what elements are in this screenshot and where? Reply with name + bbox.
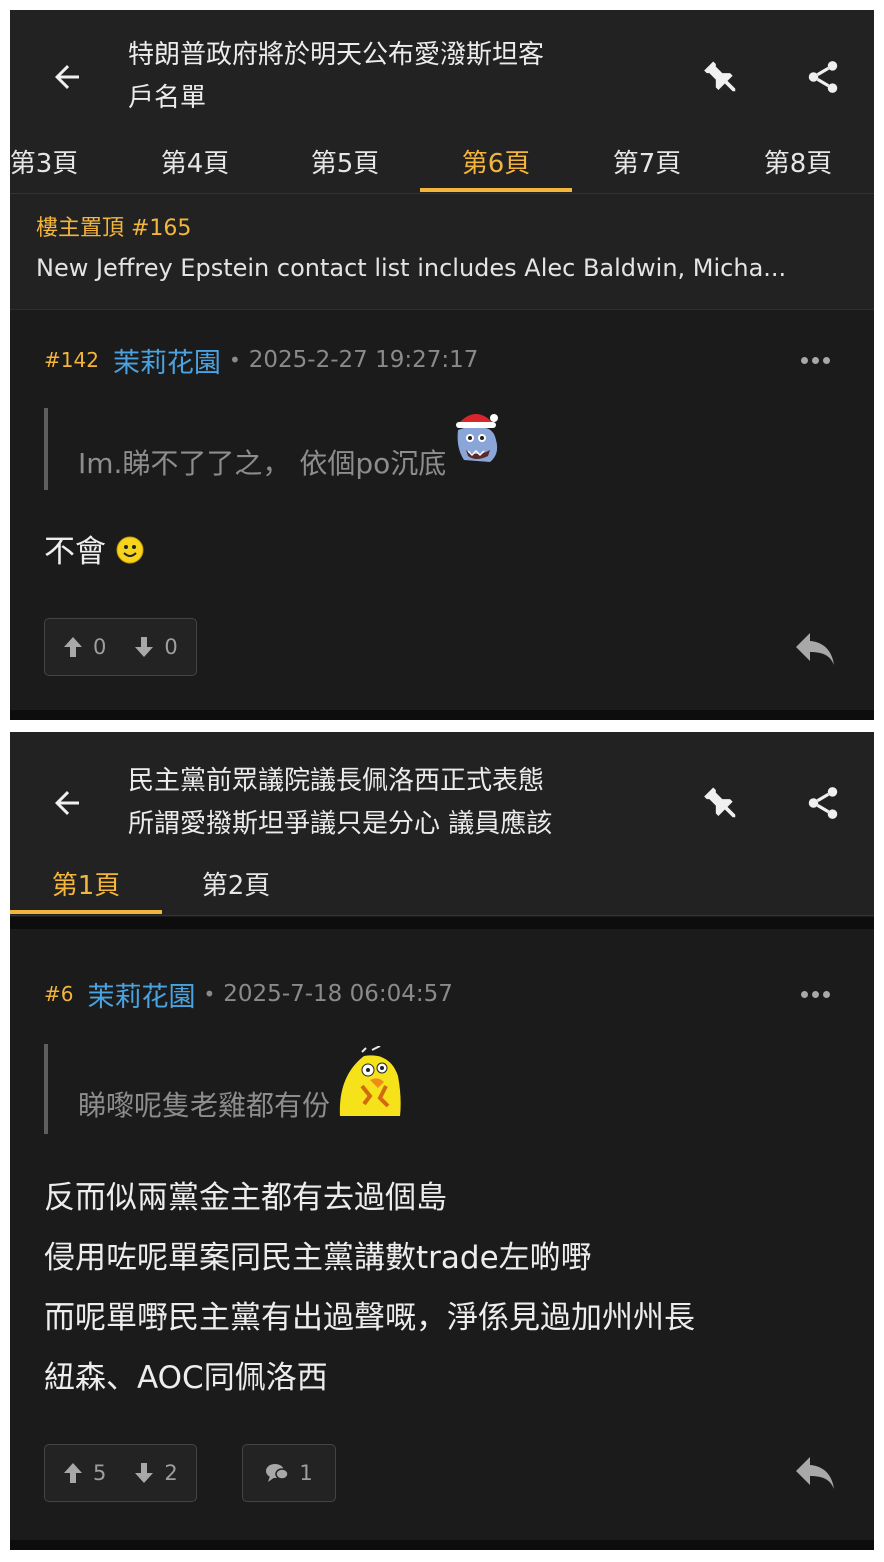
smiley-emoji-icon: [116, 536, 144, 564]
thread-title: 民主黨前眾議院議長佩洛西正式表態 所謂愛撥斯坦爭議只是分心 議員應該: [128, 760, 628, 846]
dragon-santa-emoji-icon: [456, 414, 499, 462]
arrow-left-icon: [55, 791, 79, 815]
comment-count: 1: [299, 1461, 313, 1485]
post-time: 2025-2-27 19:27:17: [248, 347, 479, 373]
post-header: #6 茉莉花園 • 2025-7-18 06:04:57: [44, 974, 453, 1014]
share-icon: [808, 787, 838, 819]
upvote-count: 5: [93, 1461, 107, 1485]
top-bar: 特朗普政府將於明天公布愛潑斯坦客 戶名單: [10, 10, 874, 134]
post-body: 反而似兩黨金主都有去過個島 侵用咗呢單案同民主黨講數trade左啲嘢 而呢單嘢民…: [44, 1168, 695, 1408]
tab-page-4[interactable]: 第4頁: [119, 142, 271, 192]
thread-title-line-2: 所謂愛撥斯坦爭議只是分心 議員應該: [128, 809, 553, 839]
pin-button[interactable]: [696, 778, 746, 828]
tab-page-8[interactable]: 第8頁: [722, 142, 874, 192]
quote-block: 睇嚟呢隻老雞都有份: [44, 1044, 404, 1134]
more-options-button[interactable]: [790, 340, 840, 380]
quote-text: 睇嚟呢隻老雞都有份: [78, 1089, 331, 1122]
floor-number: #142: [44, 348, 99, 372]
more-dot-icon: [822, 356, 830, 364]
more-dot-icon: [800, 356, 808, 364]
yellow-chick-emoji-icon: [339, 1046, 401, 1116]
downvote-icon[interactable]: [134, 1462, 154, 1484]
post-header: #142 茉莉花園 • 2025-2-27 19:27:17: [44, 340, 478, 380]
pinned-text: New Jeffrey Epstein contact list include…: [36, 254, 787, 282]
upvote-icon[interactable]: [63, 636, 83, 658]
vote-box: 5 2: [44, 1444, 197, 1502]
tab-page-6[interactable]: 第6頁: [420, 142, 572, 192]
pushpin-icon: [704, 787, 736, 818]
reply-arrow-icon: [796, 1457, 834, 1489]
post-time: 2025-7-18 06:04:57: [223, 981, 453, 1007]
separator-dot: •: [228, 348, 241, 372]
share-button[interactable]: [798, 52, 848, 102]
back-button[interactable]: [42, 778, 92, 828]
downvote-icon[interactable]: [134, 636, 154, 658]
quote-block: Im.睇不了了之， 依個po沉底: [44, 408, 502, 490]
upvote-icon[interactable]: [63, 1462, 83, 1484]
pin-button[interactable]: [696, 52, 746, 102]
pushpin-icon: [704, 61, 736, 92]
tab-page-5[interactable]: 第5頁: [269, 142, 421, 192]
post-body-line: 侵用咗呢單案同民主黨講數trade左啲嘢: [44, 1240, 592, 1276]
post-body-text: 不會: [44, 534, 106, 570]
thread-title: 特朗普政府將於明天公布愛潑斯坦客 戶名單: [128, 34, 628, 120]
post-body-line: 而呢單嘢民主黨有出過聲嘅，淨係見過加州州長: [44, 1300, 695, 1336]
more-dot-icon: [811, 990, 819, 998]
page-tabs: 第1頁 第2頁: [10, 856, 874, 916]
more-dot-icon: [811, 356, 819, 364]
upvote-count: 0: [93, 635, 107, 659]
pinned-post[interactable]: 樓主置頂 #165 New Jeffrey Epstein contact li…: [10, 194, 874, 310]
thread-screenshot-1: 特朗普政府將於明天公布愛潑斯坦客 戶名單 第3頁 第4頁 第5頁 第6頁 第7頁…: [10, 10, 874, 720]
thread-screenshot-2: 民主黨前眾議院議長佩洛西正式表態 所謂愛撥斯坦爭議只是分心 議員應該 第1頁 第…: [10, 732, 874, 1550]
author-name[interactable]: 茉莉花園: [87, 975, 195, 1014]
panel-bottom-divider: [10, 710, 874, 720]
tab-page-7[interactable]: 第7頁: [571, 142, 723, 192]
thread-title-line-1: 民主黨前眾議院議長佩洛西正式表態: [128, 766, 545, 796]
downvote-count: 0: [164, 635, 178, 659]
top-bar: 民主黨前眾議院議長佩洛西正式表態 所謂愛撥斯坦爭議只是分心 議員應該: [10, 732, 874, 856]
panel-bottom-divider: [10, 1540, 874, 1550]
back-button[interactable]: [42, 52, 92, 102]
thread-title-line-1: 特朗普政府將於明天公布愛潑斯坦客: [128, 40, 545, 70]
floor-number: #6: [44, 982, 74, 1006]
page-tabs: 第3頁 第4頁 第5頁 第6頁 第7頁 第8頁: [10, 134, 874, 194]
tab-page-2[interactable]: 第2頁: [160, 864, 312, 914]
more-options-button[interactable]: [790, 974, 840, 1014]
more-dot-icon: [822, 990, 830, 998]
chat-bubble-icon: [266, 1464, 290, 1482]
post-body: 不會: [44, 522, 144, 582]
arrow-left-icon: [55, 65, 79, 89]
tab-page-1[interactable]: 第1頁: [10, 864, 162, 914]
more-dot-icon: [800, 990, 808, 998]
comment-count-button[interactable]: 1: [242, 1444, 336, 1502]
tab-page-3[interactable]: 第3頁: [10, 142, 120, 192]
vote-box: 0 0: [44, 618, 197, 676]
reply-arrow-icon: [796, 633, 834, 665]
reply-button[interactable]: [790, 624, 840, 674]
pinned-label: 樓主置頂 #165: [36, 216, 192, 241]
author-name[interactable]: 茉莉花園: [113, 341, 221, 380]
thread-title-line-2: 戶名單: [128, 83, 207, 113]
share-button[interactable]: [798, 778, 848, 828]
post-body-line: 反而似兩黨金主都有去過個島: [44, 1180, 447, 1216]
post-body-line: 紐森、AOC同佩洛西: [44, 1360, 328, 1396]
quote-text: Im.睇不了了之， 依個po沉底: [78, 447, 447, 480]
reply-button[interactable]: [790, 1448, 840, 1498]
section-divider: [10, 917, 874, 929]
downvote-count: 2: [164, 1461, 178, 1485]
share-icon: [808, 61, 838, 93]
separator-dot: •: [203, 982, 216, 1006]
